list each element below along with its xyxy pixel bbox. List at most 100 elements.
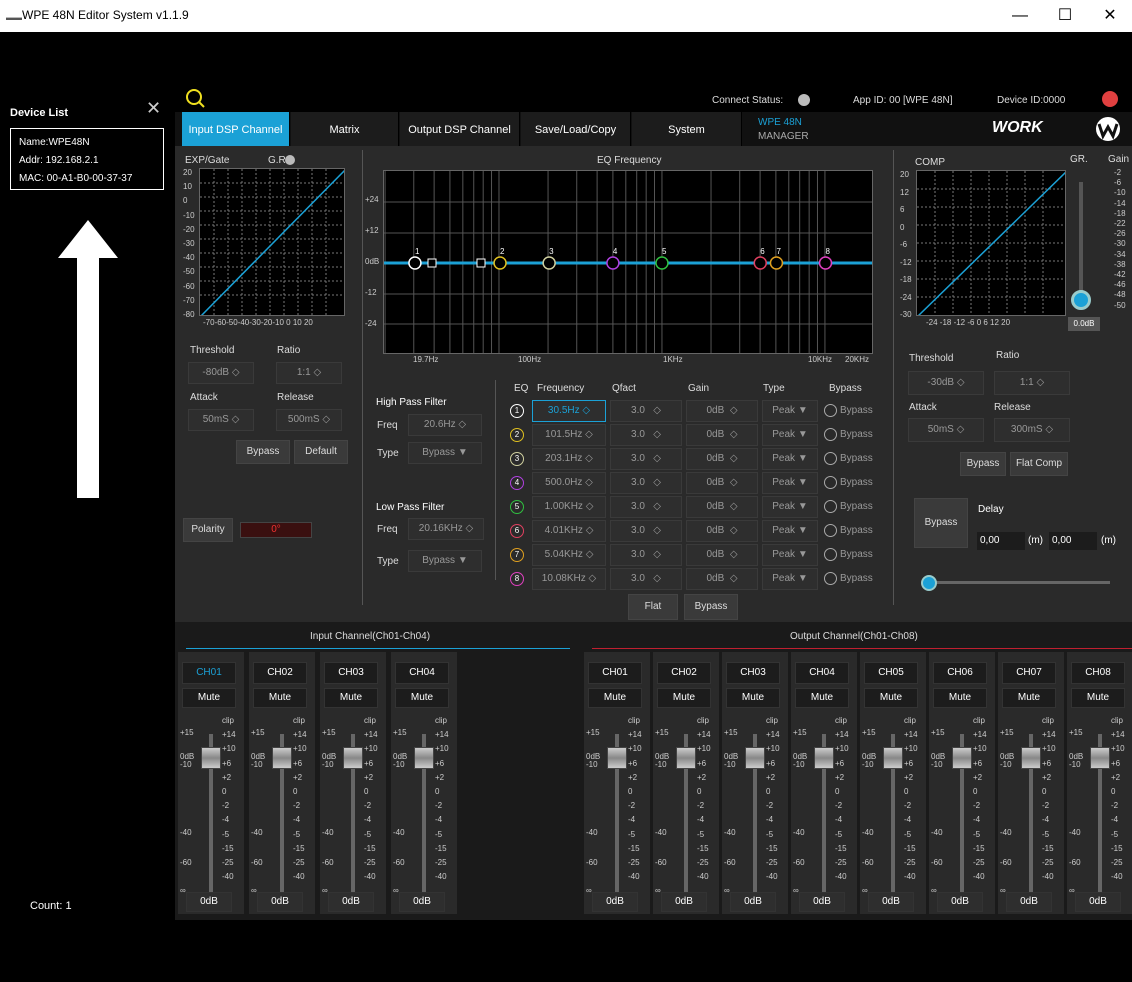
eq-band-qfact[interactable]: 3.0 ◇ [610,472,682,494]
eq-band-handle[interactable] [753,256,768,270]
eq-band-type[interactable]: Peak ▼ [762,544,818,566]
gate-ratio-field[interactable]: 1:1 ◇ [276,362,342,384]
output-mute-button[interactable]: Mute [864,688,918,708]
eq-band-qfact[interactable]: 3.0 ◇ [610,424,682,446]
comp-ratio-field[interactable]: 1:1 ◇ [994,371,1070,395]
delay-ms-field[interactable]: 0,00 [977,532,1025,550]
eq-band-qfact[interactable]: 3.0 ◇ [610,520,682,542]
input-gain-value[interactable]: 0dB [328,892,374,912]
input-gain-value[interactable]: 0dB [257,892,303,912]
lpf-type-select[interactable]: Bypass ▼ [408,550,482,572]
eq-band-qfact[interactable]: 3.0 ◇ [610,448,682,470]
polarity-value[interactable]: 0° [240,522,312,538]
comp-flat-comp-button[interactable]: Flat Comp [1010,452,1068,476]
device-card[interactable]: Name:WPE48N Addr: 192.168.2.1 MAC: 00-A1… [10,128,164,190]
output-fader-knob[interactable] [676,747,696,769]
output-fader-knob[interactable] [745,747,765,769]
eq-band-type[interactable]: Peak ▼ [762,568,818,590]
eq-band-gain[interactable]: 0dB ◇ [686,544,758,566]
output-fader-knob[interactable] [814,747,834,769]
output-channel-select-button[interactable]: CH01 [588,662,642,684]
output-gain-value[interactable]: 0dB [661,892,707,912]
comp-bypass-button[interactable]: Bypass [960,452,1006,476]
output-mute-button[interactable]: Mute [588,688,642,708]
eq-band-handle[interactable] [655,256,669,270]
output-channel-select-button[interactable]: CH08 [1071,662,1125,684]
eq-band-frequency[interactable]: 10.08KHz ◇ [532,568,606,590]
input-channel-select-button[interactable]: CH03 [324,662,378,684]
eq-band-bypass-radio[interactable] [824,452,837,465]
search-icon[interactable] [185,87,207,109]
tab-save-load[interactable]: Save/Load/Copy [521,112,631,146]
output-gain-value[interactable]: 0dB [730,892,776,912]
minimize-button[interactable]: — [1000,4,1040,28]
output-fader-knob[interactable] [1021,747,1041,769]
input-mute-button[interactable]: Mute [324,688,378,708]
input-fader-knob[interactable] [343,747,363,769]
output-gain-value[interactable]: 0dB [937,892,983,912]
gate-release-field[interactable]: 500mS ◇ [276,409,342,431]
tab-matrix[interactable]: Matrix [291,112,399,146]
output-channel-select-button[interactable]: CH02 [657,662,711,684]
output-gain-value[interactable]: 0dB [1006,892,1052,912]
filter-handle[interactable] [476,258,486,268]
eq-band-handle[interactable] [769,256,784,270]
comp-gain-slider-track[interactable] [1079,182,1083,302]
maximize-button[interactable]: ☐ [1045,4,1085,28]
eq-frequency-graph[interactable]: 1 2 3 4 5 6 7 8 [383,170,873,354]
eq-band-handle[interactable] [606,256,620,270]
input-channel-select-button[interactable]: CH04 [395,662,449,684]
eq-band-handle[interactable] [493,256,507,270]
eq-band-qfact[interactable]: 3.0 ◇ [610,568,682,590]
power-icon[interactable] [1102,91,1118,107]
input-channel-select-button[interactable]: CH02 [253,662,307,684]
output-channel-select-button[interactable]: CH06 [933,662,987,684]
eq-band-gain[interactable]: 0dB ◇ [686,472,758,494]
eq-band-frequency[interactable]: 5.04KHz ◇ [532,544,606,566]
output-channel-select-button[interactable]: CH05 [864,662,918,684]
eq-band-type[interactable]: Peak ▼ [762,448,818,470]
gate-threshold-field[interactable]: -80dB ◇ [188,362,254,384]
input-fader-knob[interactable] [414,747,434,769]
eq-band-gain[interactable]: 0dB ◇ [686,424,758,446]
eq-band-handle[interactable] [542,256,556,270]
output-mute-button[interactable]: Mute [1002,688,1056,708]
eq-band-bypass-radio[interactable] [824,404,837,417]
gate-attack-field[interactable]: 50mS ◇ [188,409,254,431]
output-channel-select-button[interactable]: CH07 [1002,662,1056,684]
eq-band-gain[interactable]: 0dB ◇ [686,496,758,518]
eq-band-gain[interactable]: 0dB ◇ [686,520,758,542]
filter-handle[interactable] [427,258,437,268]
eq-band-bypass-radio[interactable] [824,524,837,537]
eq-band-bypass-radio[interactable] [824,500,837,513]
eq-bypass-button[interactable]: Bypass [684,594,738,620]
output-gain-value[interactable]: 0dB [592,892,638,912]
gate-default-button[interactable]: Default [294,440,348,464]
output-mute-button[interactable]: Mute [795,688,849,708]
delay-bypass-button[interactable]: Bypass [914,498,968,548]
output-channel-select-button[interactable]: CH03 [726,662,780,684]
eq-band-bypass-radio[interactable] [824,428,837,441]
output-channel-select-button[interactable]: CH04 [795,662,849,684]
input-mute-button[interactable]: Mute [182,688,236,708]
comp-attack-field[interactable]: 50mS ◇ [908,418,984,442]
output-fader-knob[interactable] [883,747,903,769]
eq-band-gain[interactable]: 0dB ◇ [686,448,758,470]
lpf-freq-field[interactable]: 20.16KHz ◇ [408,518,484,540]
comp-threshold-field[interactable]: -30dB ◇ [908,371,984,395]
output-fader-knob[interactable] [607,747,627,769]
output-gain-value[interactable]: 0dB [1075,892,1121,912]
output-mute-button[interactable]: Mute [1071,688,1125,708]
polarity-button[interactable]: Polarity [183,518,233,542]
eq-band-frequency[interactable]: 500.0Hz ◇ [532,472,606,494]
delay-slider-handle[interactable] [921,575,937,591]
eq-flat-button[interactable]: Flat [628,594,678,620]
output-fader-knob[interactable] [952,747,972,769]
output-mute-button[interactable]: Mute [726,688,780,708]
eq-band-bypass-radio[interactable] [824,548,837,561]
eq-band-type[interactable]: Peak ▼ [762,520,818,542]
eq-band-handle[interactable] [818,256,833,270]
input-channel-select-button[interactable]: CH01 [182,662,236,684]
eq-band-qfact[interactable]: 3.0 ◇ [610,400,682,422]
gate-bypass-button[interactable]: Bypass [236,440,290,464]
